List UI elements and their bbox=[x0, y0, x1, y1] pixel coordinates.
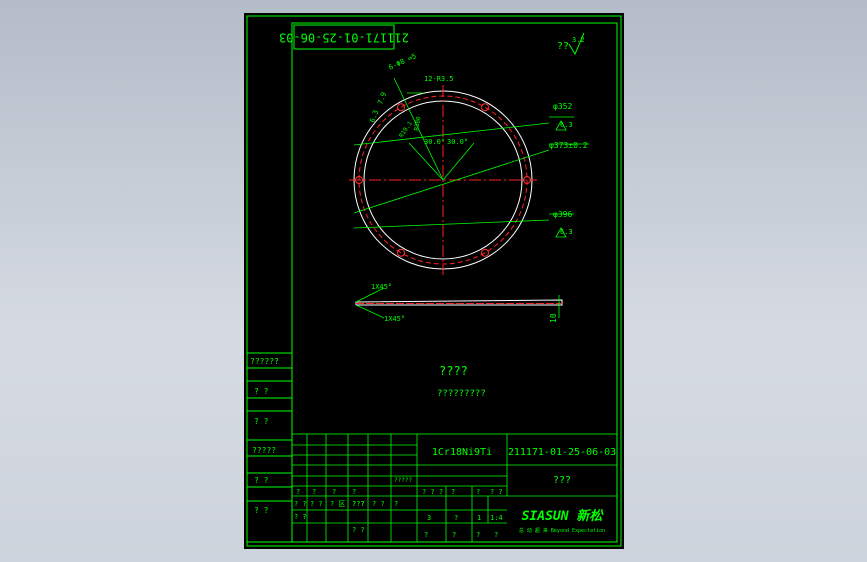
dim-r19: R19.1 bbox=[398, 120, 414, 139]
left-table-r6: ? ? bbox=[254, 506, 269, 515]
bolt-hole-5 bbox=[397, 248, 405, 257]
tb-scale-2: ? bbox=[454, 514, 458, 522]
tb-row-b-cell-3: ? 区 bbox=[330, 500, 345, 508]
leader-d373 bbox=[353, 149, 550, 214]
left-table-r3: ? ? bbox=[254, 417, 269, 426]
tb-reviewer: ? ? bbox=[294, 513, 307, 521]
tb-row-b-cell-6: ? bbox=[394, 500, 398, 508]
tb-row-b-cell-1: ? ? bbox=[294, 500, 307, 508]
dim-thickness: 10 bbox=[549, 313, 558, 323]
siasun-slogan: 总 动 超 来 Beyond Expectation bbox=[519, 527, 605, 534]
tb-row-a-cell-4: ? bbox=[352, 488, 356, 496]
dim-shelves bbox=[549, 116, 589, 215]
dim-small-b: 7.9 bbox=[376, 91, 388, 106]
tb-designer: ??? bbox=[352, 500, 365, 508]
dim-d373: φ373±0.2 bbox=[549, 141, 588, 150]
tb-sheet-1: ? bbox=[424, 531, 428, 539]
bolt-hole-3 bbox=[397, 103, 405, 112]
rotated-drawing-number: 211171-01-25-06-03 bbox=[279, 31, 409, 45]
material-label: 1Cr18Ni9Ti bbox=[432, 447, 492, 458]
dim-d352: φ352 bbox=[553, 102, 572, 111]
notes-body: ????????? bbox=[437, 389, 486, 399]
part-name-label: ??? bbox=[553, 475, 571, 486]
tb-scale-4: 1:4 bbox=[490, 514, 503, 522]
tb-sheet-2: ? bbox=[452, 531, 456, 539]
tb-row-b-cell-2: ? ? bbox=[310, 500, 323, 508]
tb-sheet-3: ? bbox=[476, 531, 480, 539]
tb-weight-2: ? bbox=[451, 488, 455, 496]
dim-small-a: 6.3 bbox=[368, 109, 380, 124]
general-roughness-label: ?? bbox=[557, 41, 569, 52]
tb-sheet-4: ? bbox=[494, 531, 498, 539]
notes-title: ???? bbox=[439, 364, 468, 378]
dim-d396-roughness: 6.3 bbox=[560, 228, 573, 236]
tb-cell-x: ????? bbox=[394, 477, 412, 484]
dim-chamfer-top: 1X45° bbox=[371, 283, 392, 291]
bolt-hole-6 bbox=[481, 248, 489, 257]
tb-process: ? ? bbox=[352, 526, 365, 534]
dim-d396: φ396 bbox=[553, 210, 572, 219]
tb-weight-1: ? ? ? bbox=[422, 488, 443, 496]
leader-angle bbox=[408, 142, 444, 181]
outer-frame bbox=[246, 15, 622, 547]
leader-angle-2 bbox=[442, 142, 475, 181]
dim-angle-2: 30.0° bbox=[447, 138, 468, 146]
tb-scale-1: 3 bbox=[427, 514, 431, 522]
dim-d352-roughness: 6.3 bbox=[560, 121, 573, 129]
section-outline bbox=[355, 299, 563, 306]
dim-chamfer-bottom: 1X45° bbox=[384, 315, 405, 323]
tb-scale-3: 1 bbox=[477, 514, 481, 522]
tb-weight-3: ? bbox=[476, 488, 480, 496]
dim-roughness-icons bbox=[555, 120, 567, 238]
section-view: 1X45° 1X45° 10 bbox=[355, 283, 563, 323]
dim-slots: 12-R3.5 bbox=[424, 75, 454, 83]
tb-weight-4: ? ? bbox=[490, 488, 503, 496]
drawing-number-label: 211171-01-25-06-03 bbox=[508, 447, 616, 458]
left-table-r5: ? ? bbox=[254, 476, 269, 485]
drawing-sheet: 211171-01-25-06-03 ?? 3.2 6-Φ8 ∞5 12-R3.… bbox=[244, 13, 624, 549]
siasun-logo: SIASUN 新松 bbox=[522, 508, 605, 524]
bolt-hole-2 bbox=[481, 103, 489, 112]
cad-viewport[interactable]: 211171-01-25-06-03 ?? 3.2 6-Φ8 ∞5 12-R3.… bbox=[0, 0, 867, 562]
tb-row-b-cell-5: ? ? bbox=[372, 500, 385, 508]
dim-r380: R380 bbox=[413, 116, 422, 132]
leader-d396 bbox=[353, 219, 550, 229]
left-table-r4: ????? bbox=[252, 446, 276, 455]
left-table-r1: ?????? bbox=[250, 357, 279, 366]
drawing-svg: 211171-01-25-06-03 ?? 3.2 6-Φ8 ∞5 12-R3.… bbox=[246, 15, 622, 547]
title-row-b: ? ?? ?? 区? ?? ?? bbox=[294, 500, 398, 508]
dim-angle-1: 30.0° bbox=[424, 138, 445, 146]
left-table-r2: ? ? bbox=[254, 387, 269, 396]
tb-row-a-cell-3: ? bbox=[332, 488, 336, 496]
inner-frame bbox=[291, 22, 618, 543]
general-roughness-value: 3.2 bbox=[572, 36, 585, 44]
tb-row-a-cell-1: ? bbox=[296, 488, 300, 496]
dim-holes: 6-Φ8 ∞5 bbox=[387, 52, 417, 72]
tb-row-a-cell-2: ? bbox=[312, 488, 316, 496]
